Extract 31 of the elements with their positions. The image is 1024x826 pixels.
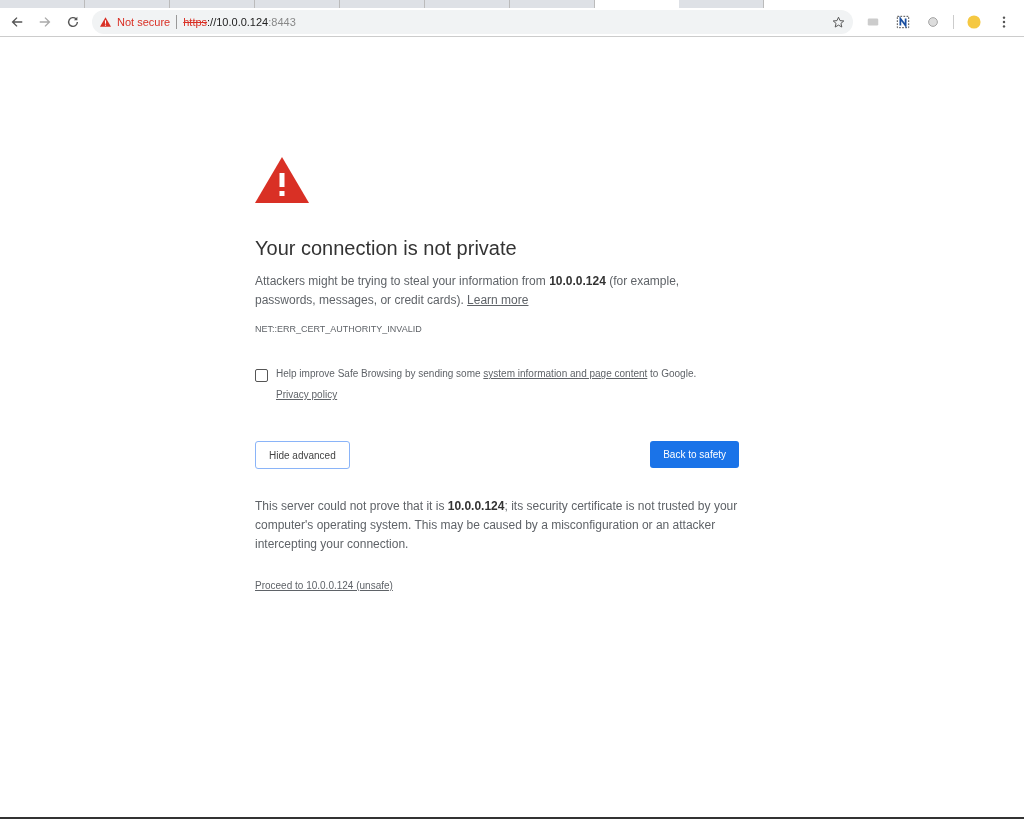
error-code: NET::ERR_CERT_AUTHORITY_INVALID [255, 324, 423, 334]
extension-icon[interactable] [896, 15, 910, 29]
back-to-safety-button[interactable]: Back to safety [650, 441, 739, 468]
intro-text: Attackers might be trying to steal your information from 10.0.0.124 (for example, passwords, messages, or credit cards). Learn more [255, 273, 681, 309]
address-bar[interactable]: Not secure https://10.0.0.124:8443 [92, 10, 853, 34]
browser-tab[interactable] [510, 0, 595, 8]
checkbox[interactable] [255, 369, 268, 382]
avatar-icon[interactable] [967, 15, 981, 29]
back-icon[interactable] [10, 15, 24, 29]
browser-tab[interactable] [85, 0, 170, 8]
browser-tab[interactable] [255, 0, 340, 8]
details-text: This server could not prove that it is 10.0.0.124; its security certificate is not trusted by your computer's operating system. This may be caused by a misconfiguration or an attacker intercepting your connection. [255, 498, 739, 553]
warning-icon[interactable] [100, 17, 111, 27]
info-link[interactable]: system information and page content [483, 368, 648, 379]
browser-tab[interactable] [340, 0, 425, 8]
opt-in-text: Help improve Safe Browsing by sending some system information and page content to Google. [276, 367, 697, 381]
proceed-link[interactable]: Proceed to 10.0.0.124 (unsafe) [255, 576, 393, 596]
page-title: Your connection is not private [255, 237, 518, 260]
security-label[interactable]: Not secure [117, 16, 171, 28]
browser-tab[interactable] [0, 0, 85, 8]
warning-icon [255, 157, 309, 203]
learn-more-link[interactable]: Learn more [467, 293, 529, 307]
url-text: https://10.0.0.124:8443 [183, 16, 297, 28]
browser-tab[interactable] [679, 0, 764, 8]
star-icon[interactable] [832, 15, 845, 29]
hide-advanced-button[interactable]: Hide advanced [255, 441, 350, 469]
browser-tab[interactable] [425, 0, 510, 8]
reload-icon[interactable] [66, 15, 80, 29]
forward-icon[interactable] [38, 15, 52, 29]
browser-tab[interactable] [170, 0, 255, 8]
privacy-policy-link[interactable]: Privacy policy [276, 385, 338, 405]
